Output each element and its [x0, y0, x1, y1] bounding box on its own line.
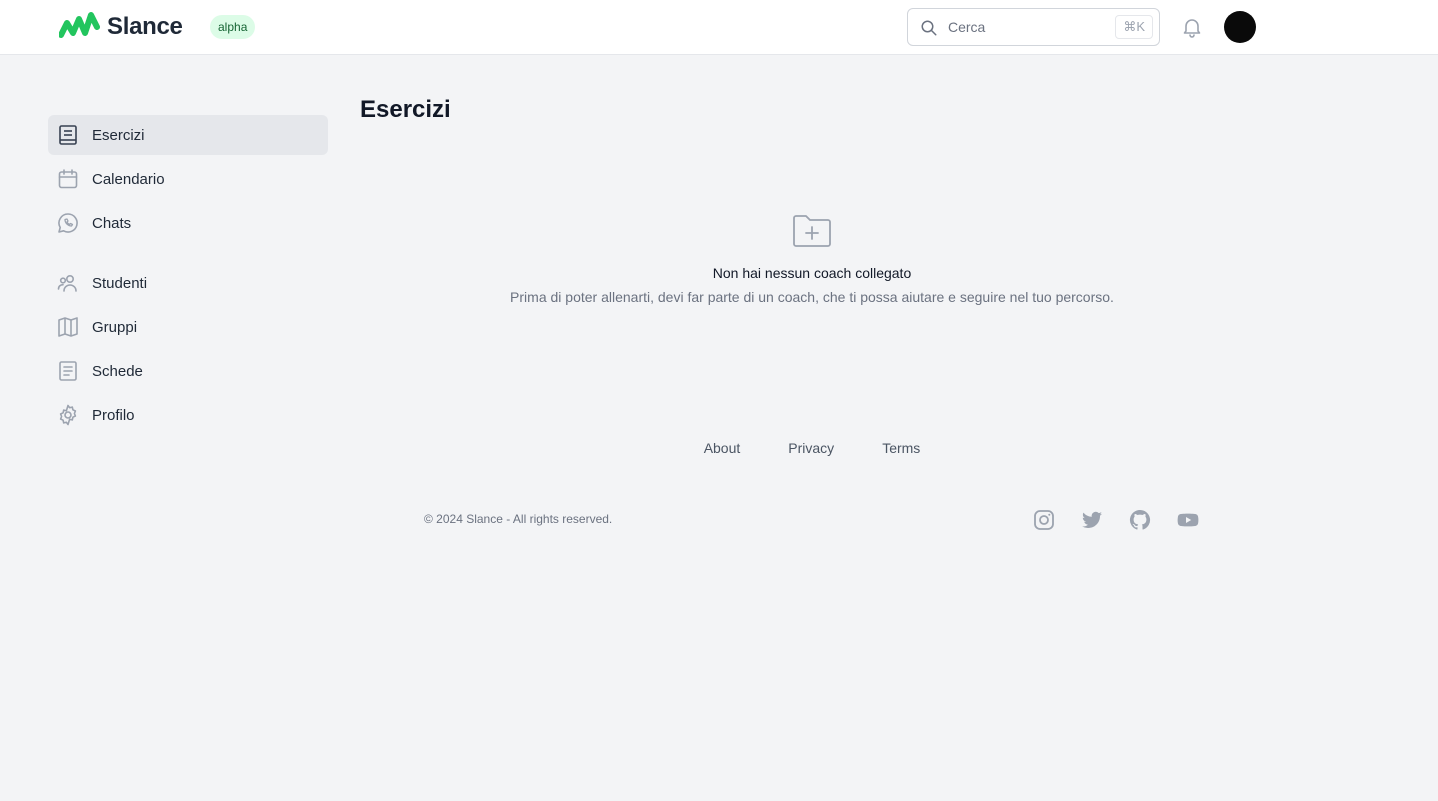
bell-icon[interactable]: [1180, 15, 1204, 39]
document-icon: [59, 361, 77, 381]
alpha-badge: alpha: [210, 15, 256, 39]
sidebar-item-label: Gruppi: [92, 318, 138, 336]
youtube-icon[interactable]: [1176, 508, 1200, 532]
sidebar-item-label: Studenti: [92, 274, 148, 292]
logo-mark-icon: [59, 12, 100, 38]
search-box[interactable]: ⌘K: [907, 8, 1160, 46]
search-icon: [921, 20, 937, 36]
sidebar-item-label: Schede: [92, 362, 143, 380]
search-shortcut: ⌘K: [1115, 15, 1153, 39]
sidebar-item-studenti[interactable]: Studenti: [48, 263, 328, 303]
calendar-icon: [58, 169, 78, 189]
sidebar-item-label: Esercizi: [92, 126, 145, 144]
sidebar-item-schede[interactable]: Schede: [48, 351, 328, 391]
brand-name: Slance: [107, 13, 183, 40]
map-icon: [58, 317, 78, 337]
copyright: © 2024 Slance - All rights reserved.: [424, 512, 613, 526]
github-icon[interactable]: [1128, 508, 1152, 532]
users-icon: [57, 275, 77, 292]
sidebar-item-label: Chats: [92, 214, 132, 232]
instagram-icon[interactable]: [1032, 508, 1056, 532]
twitter-icon[interactable]: [1080, 508, 1104, 532]
search-input[interactable]: [948, 9, 1108, 45]
whatsapp-icon: [58, 213, 78, 233]
book-icon: [59, 125, 77, 145]
top-bar: Slance alpha ⌘K: [0, 0, 1438, 55]
sidebar-item-label: Calendario: [92, 170, 165, 188]
sidebar-item-gruppi[interactable]: Gruppi: [48, 307, 328, 347]
footer-link-terms[interactable]: Terms: [882, 440, 920, 456]
sidebar-item-esercizi[interactable]: Esercizi: [48, 115, 328, 155]
empty-state-title: Non hai nessun coach collegato: [712, 265, 912, 281]
logo[interactable]: Slance: [59, 11, 183, 43]
folder-plus-icon: [793, 215, 831, 247]
sidebar-item-label: Profilo: [92, 406, 135, 424]
gear-icon: [59, 404, 77, 426]
page-title: Esercizi: [360, 96, 451, 123]
footer-link-privacy[interactable]: Privacy: [788, 440, 834, 456]
sidebar-item-chats[interactable]: Chats: [48, 203, 328, 243]
social-links: [1032, 508, 1200, 532]
avatar[interactable]: [1224, 11, 1256, 43]
footer-link-about[interactable]: About: [704, 440, 741, 456]
empty-state-description: Prima di poter allenarti, devi far parte…: [510, 289, 1114, 305]
sidebar: Esercizi Calendario Chats Studenti Grupp…: [48, 115, 328, 439]
sidebar-item-profilo[interactable]: Profilo: [48, 395, 328, 435]
sidebar-item-calendario[interactable]: Calendario: [48, 159, 328, 199]
footer-links: About Privacy Terms: [360, 440, 1264, 456]
